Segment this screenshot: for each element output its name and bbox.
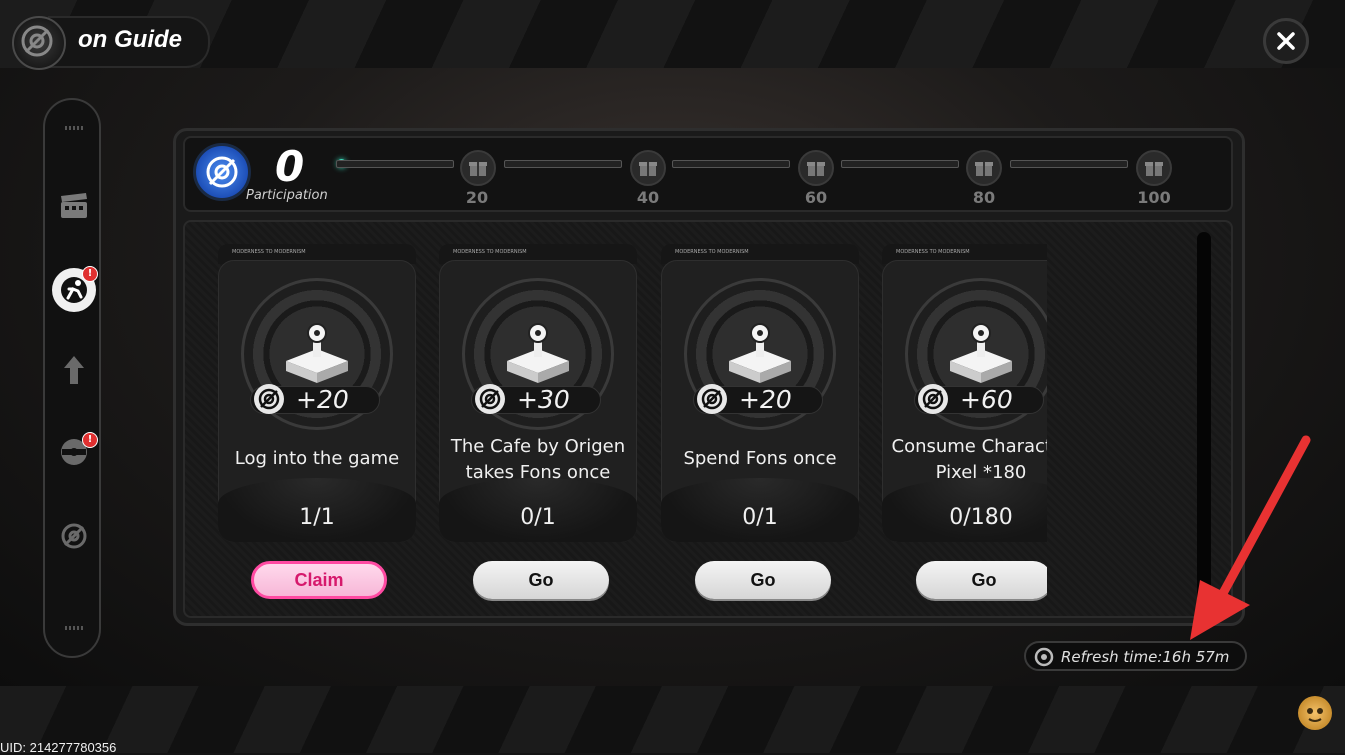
reward-chest-100[interactable] [1136, 150, 1172, 186]
gift-icon [1145, 162, 1163, 176]
refresh-time-text: Refresh time:16h 57m [1061, 648, 1230, 666]
bottom-banner [0, 686, 1345, 753]
milestone-label: 100 [1137, 188, 1171, 207]
annotation-arrow-icon [1190, 435, 1311, 640]
mascot-icon[interactable] [1298, 696, 1332, 730]
task-card: MODERNESS TO MODERNISM+2Defeat e0G [0, 0, 1047, 620]
scroll-dots-bottom [65, 626, 83, 630]
close-button[interactable] [1263, 18, 1309, 64]
close-icon [1277, 32, 1295, 50]
clock-icon [1034, 647, 1054, 667]
